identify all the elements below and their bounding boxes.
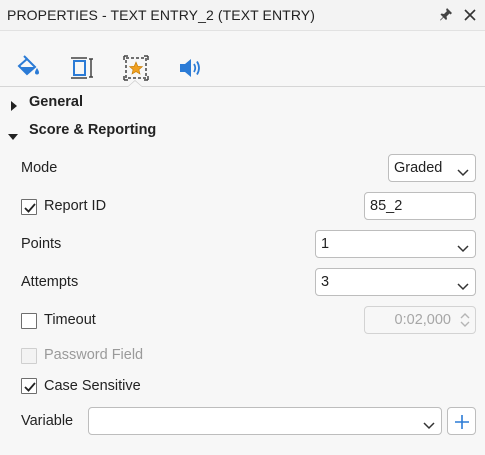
points-value: 1 (321, 236, 330, 252)
section-score-label: Score & Reporting (29, 122, 157, 138)
variable-select[interactable] (88, 407, 442, 435)
section-general-label: General (29, 94, 83, 110)
chevron-down-icon (457, 240, 469, 256)
chevron-down-icon (457, 278, 469, 294)
tab-audio[interactable] (177, 54, 205, 82)
points-label: Points (21, 236, 62, 252)
timeout-spinner[interactable]: 0:02,000 (364, 306, 476, 334)
active-tab-indicator (127, 80, 143, 87)
case-sensitive-label: Case Sensitive (44, 378, 141, 394)
password-field-checkbox (21, 348, 37, 364)
chevron-down-icon (423, 417, 435, 433)
tab-size-position[interactable] (68, 54, 96, 82)
case-sensitive-checkbox[interactable] (21, 378, 37, 394)
star-box-icon (122, 54, 150, 82)
collapse-down-icon (8, 128, 18, 144)
report-id-field[interactable] (370, 198, 470, 214)
section-score-reporting[interactable]: Score & Reporting (0, 120, 485, 142)
close-icon[interactable] (462, 6, 478, 24)
points-select[interactable]: 1 (315, 230, 476, 258)
expand-right-icon (10, 98, 18, 114)
mode-label: Mode (21, 160, 58, 176)
attempts-label: Attempts (21, 274, 79, 290)
section-general[interactable]: General (0, 92, 485, 114)
password-field-label: Password Field (44, 347, 144, 363)
panel-title: PROPERTIES - TEXT ENTRY_2 (TEXT ENTRY) (7, 7, 315, 23)
tab-fill-style[interactable] (14, 54, 42, 82)
timeout-label: Timeout (44, 312, 96, 328)
tab-score-reporting[interactable] (122, 54, 150, 82)
attempts-value: 3 (321, 274, 330, 290)
spinner-arrows-icon[interactable] (460, 312, 470, 331)
paint-bucket-icon (14, 54, 42, 82)
resize-box-icon (68, 54, 96, 82)
report-id-input[interactable] (364, 192, 476, 220)
pin-icon[interactable] (438, 6, 454, 24)
variable-label: Variable (21, 413, 74, 429)
timeout-checkbox[interactable] (21, 313, 37, 329)
mode-select[interactable]: Graded (388, 154, 476, 182)
add-variable-button[interactable] (447, 407, 476, 435)
attempts-select[interactable]: 3 (315, 268, 476, 296)
mode-value: Graded (394, 160, 443, 176)
panel-titlebar: PROPERTIES - TEXT ENTRY_2 (TEXT ENTRY) (0, 0, 485, 31)
timeout-value: 0:02,000 (394, 312, 451, 328)
report-id-checkbox[interactable] (21, 199, 37, 215)
speaker-icon (177, 54, 205, 82)
chevron-down-icon (457, 164, 469, 180)
property-tabs (0, 31, 485, 87)
report-id-label: Report ID (44, 198, 107, 214)
